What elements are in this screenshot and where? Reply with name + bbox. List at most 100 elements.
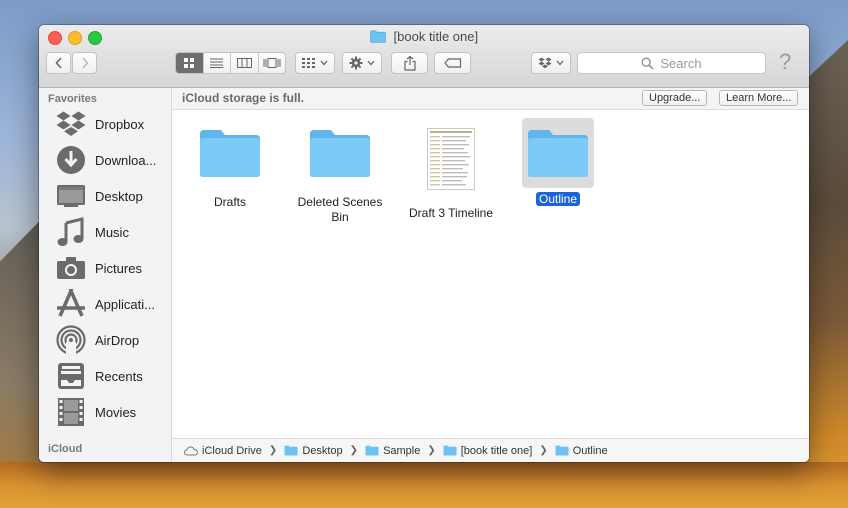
desktop-icon — [55, 180, 87, 212]
folder-icon — [284, 445, 298, 456]
path-separator: ❯ — [539, 445, 548, 456]
coverflow-icon — [263, 58, 281, 68]
applications-icon — [55, 288, 87, 320]
search-field[interactable]: Search — [577, 52, 766, 74]
camera-icon — [55, 252, 87, 284]
sidebar-item-label: Recents — [95, 368, 143, 384]
view-mode-segmented-control — [175, 52, 286, 74]
film-icon — [55, 396, 87, 428]
dropbox-icon — [538, 57, 552, 69]
columns-icon — [236, 58, 252, 68]
path-crumb-label: [book title one] — [460, 444, 533, 457]
search-placeholder: Search — [660, 55, 702, 71]
forward-button[interactable] — [72, 52, 97, 74]
window-title-text: [book title one] — [393, 29, 479, 44]
cloud-icon — [184, 446, 198, 455]
chevron-down-icon — [556, 60, 564, 66]
sidebar-item-label: Applicati... — [95, 296, 155, 312]
gear-icon — [349, 56, 363, 70]
file-item-draft-3-timeline[interactable]: Draft 3 Timeline — [396, 118, 506, 221]
path-crumb-icloud-drive[interactable]: iCloud Drive — [184, 445, 262, 457]
chevron-left-icon — [54, 57, 62, 69]
tags-button[interactable] — [434, 52, 471, 74]
dropbox-toolbar-button[interactable] — [531, 52, 571, 74]
recents-icon — [55, 360, 87, 392]
sidebar-item-movies[interactable]: Movies — [55, 396, 171, 428]
file-name: Drafts — [213, 195, 246, 209]
path-separator: ❯ — [349, 445, 359, 456]
icloud-storage-banner: iCloud storage is full. Upgrade... Learn… — [172, 88, 809, 110]
file-item-outline[interactable]: Outline — [522, 118, 594, 207]
folder-icon — [370, 30, 386, 43]
folder-icon — [522, 118, 594, 188]
selected-file-name: Outline — [535, 192, 581, 206]
dropbox-icon — [55, 108, 87, 140]
sidebar-item-label: Desktop — [95, 188, 143, 204]
column-view-button[interactable] — [231, 53, 259, 73]
search-icon — [641, 57, 654, 70]
wallpaper-foreground — [0, 462, 848, 508]
music-icon — [55, 216, 87, 248]
chevron-right-icon — [81, 57, 89, 69]
file-item-deleted-scenes-bin[interactable]: Deleted Scenes Bin — [290, 118, 390, 225]
file-icon-view: Drafts Deleted Scenes Bin Draft 3 Timeli… — [172, 110, 809, 438]
sidebar: Favorites Dropbox Downloa... Desktop Mus… — [39, 88, 172, 462]
sidebar-item-pictures[interactable]: Pictures — [55, 252, 171, 284]
path-crumb-label: Outline — [572, 444, 608, 457]
sidebar-item-music[interactable]: Music — [55, 216, 171, 248]
file-item-drafts[interactable]: Drafts — [192, 118, 268, 210]
path-crumb-desktop[interactable]: Desktop — [284, 444, 343, 457]
folder-icon — [365, 445, 379, 456]
folder-icon — [290, 118, 390, 188]
path-crumb-outline[interactable]: Outline — [555, 445, 608, 457]
file-name: Draft 3 Timeline — [408, 206, 494, 220]
learn-more-button[interactable]: Learn More... — [719, 90, 799, 106]
help-button[interactable]: ? — [779, 49, 791, 75]
document-thumbnail-icon — [396, 118, 506, 199]
group-by-button[interactable] — [295, 52, 335, 74]
chevron-down-icon — [320, 60, 328, 66]
sidebar-item-label: AirDrop — [95, 332, 140, 348]
downloads-icon — [55, 144, 87, 176]
folder-icon — [443, 445, 457, 456]
list-icon — [210, 58, 224, 68]
window-title: [book title one] — [39, 28, 809, 46]
path-separator: ❯ — [268, 445, 278, 456]
file-name: Deleted Scenes Bin — [297, 195, 383, 224]
sidebar-item-label: Dropbox — [95, 116, 145, 132]
file-name: Outline — [522, 192, 594, 207]
sidebar-item-dropbox[interactable]: Dropbox — [55, 108, 171, 140]
banner-message: iCloud storage is full. — [182, 91, 305, 105]
path-crumb-label: Desktop — [302, 444, 343, 457]
action-button[interactable] — [342, 52, 382, 74]
airdrop-icon — [55, 324, 87, 356]
share-icon — [403, 55, 416, 71]
chevron-down-icon — [367, 60, 375, 66]
sidebar-item-label: Downloa... — [95, 152, 157, 168]
path-separator: ❯ — [427, 445, 436, 456]
folder-icon — [192, 118, 268, 188]
sidebar-item-label: Pictures — [95, 260, 142, 276]
sidebar-item-downloads[interactable]: Downloa... — [55, 144, 171, 176]
back-button[interactable] — [46, 52, 71, 74]
path-crumb-sample[interactable]: Sample — [365, 445, 420, 457]
sidebar-item-recents[interactable]: Recents — [55, 360, 171, 392]
titlebar: [book title one] Search ? — [39, 25, 809, 88]
gallery-view-button[interactable] — [258, 53, 285, 73]
icon-view-button[interactable] — [176, 53, 204, 73]
list-view-button[interactable] — [203, 53, 231, 73]
sidebar-item-label: Movies — [95, 404, 137, 420]
path-bar: iCloud Drive ❯ Desktop ❯ Sample ❯ [book … — [172, 438, 809, 462]
path-crumb-label: iCloud Drive — [202, 444, 262, 457]
group-grid-icon — [302, 58, 315, 68]
folder-icon — [555, 445, 569, 456]
sidebar-favorites-header: Favorites — [48, 93, 97, 105]
sidebar-item-applications[interactable]: Applicati... — [55, 288, 171, 320]
sidebar-item-desktop[interactable]: Desktop — [55, 180, 171, 212]
sidebar-icloud-header: iCloud — [48, 443, 83, 455]
path-crumb-book-title-one[interactable]: [book title one] — [443, 444, 533, 457]
icon-grid-icon — [183, 57, 194, 68]
share-button[interactable] — [391, 52, 428, 74]
sidebar-item-airdrop[interactable]: AirDrop — [55, 324, 171, 356]
upgrade-button[interactable]: Upgrade... — [642, 90, 708, 106]
